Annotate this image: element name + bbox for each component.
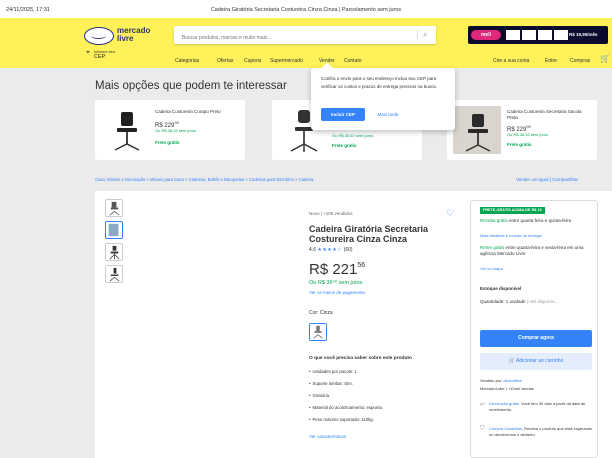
add-to-cart-button[interactable]: 🛒 Adicionar ao carrinho [480,353,592,370]
buy-box: FRETE GRÁTIS ACIMA DE R$ 19 Receba gráti… [470,200,598,458]
features-title: O que você precisa saber sobre este prod… [309,356,412,361]
seller-info: Vendido por urbanoffice [480,378,523,383]
return-icon: ↩ [480,402,486,408]
recommendations-title: Mais opções que podem te interessar [95,80,287,92]
promo-logo-2 [522,30,536,40]
color-label: Cor: Cinza [309,310,333,316]
chair-image [453,106,501,154]
recommendation-card[interactable]: Cadeira Costureira Corapo Preto R$ 22990… [95,100,245,160]
logo-text: mercado livre [117,26,151,43]
site-logo[interactable]: mercado livre [84,25,158,47]
thumbnail[interactable] [105,243,123,261]
product-rating[interactable]: 4.6 ★★★★☆ (60) [309,247,353,253]
features-list: Unidades por pacote: 1 Suporte lombar: S… [309,369,459,429]
nav-login[interactable]: Entre [545,58,557,64]
search-icon[interactable]: ⌕ [423,30,431,40]
product-main-image[interactable] [137,199,287,449]
promo-logo-1 [506,30,520,40]
thumbnail[interactable] [105,199,123,217]
popover-text: Confira o envio para o seu endereço Incl… [321,76,438,89]
shipping-info: Receba grátis entre quarta-feira e quint… [480,218,572,223]
rec-installments: Ou R$ 35,67 sem juros [332,133,374,138]
free-shipping-badge: FRETE GRÁTIS ACIMA DE R$ 19 [480,207,545,214]
promo-logo-4 [554,30,568,40]
shipping-details-link[interactable]: Mais detalhes e formas de entrega [480,233,542,238]
nav-ofertas[interactable]: Ofertas [217,58,233,64]
meli-plus-banner[interactable]: meli R$ 19,90/mês [468,26,608,44]
cart-icon[interactable]: 🛒 [600,54,610,63]
nav-purchases[interactable]: Compras [570,58,590,64]
feature-item: Suporte lombar: Sim. [309,381,459,393]
guarantee-info: Compra Garantida, Receba o produto que e… [489,426,593,437]
search-divider [417,30,418,40]
recommendation-card[interactable]: Cadeira Costureira Secretaria Sacola Pre… [447,100,597,160]
rec-title: Cadeira Costureira Secretaria Sacola Pre… [507,109,582,120]
feature-item: Peso máximo suportado: 110kg. [309,417,459,429]
features-link[interactable]: Ver características [309,434,346,439]
star-icons: ★★★★☆ [317,247,343,253]
location-pin-icon: ⌖ [86,49,90,56]
pickup-info: Retire grátis entre quarta-feira e sexta… [480,245,584,256]
breadcrumb[interactable]: Casa, Móveis e Decoração > Móveis para C… [95,177,313,182]
print-header: 24/11/2025, 17:31 Cadeira Giratória Secr… [0,0,612,18]
thumbnail-selected[interactable] [105,221,123,239]
rec-shipping: Frete grátis [507,142,532,147]
shield-icon: ⛉ [480,426,485,432]
feature-item: Giratória. [309,393,459,405]
product-card: ♡ Novo | +100 vendidos Cadeira Giratória… [95,191,612,458]
nav-supermercado[interactable]: Supermercado [270,58,303,64]
print-title: Cadeira Giratória Secretaria Costureira … [210,7,402,13]
payment-methods-link[interactable]: Ver os meios de pagamento [309,290,365,295]
rec-shipping: Frete grátis [155,140,180,145]
return-info: Devolução grátis. Você tem 30 dias a par… [489,401,586,412]
rec-shipping: Frete grátis [332,143,357,148]
nav-categorias[interactable]: Categorias [175,58,199,64]
promo-price: R$ 19,90/mês [569,32,598,37]
cart-icon: 🛒 [508,358,517,364]
nav-cupons[interactable]: Cupons [244,58,261,64]
color-swatch[interactable] [309,323,327,341]
main-nav: Categorias Ofertas Cupons Supermercado V… [0,58,612,66]
nav-contato[interactable]: Contato [344,58,362,64]
stock-status: Estoque disponível [480,286,522,291]
handshake-logo-icon [84,27,114,45]
rec-title: Cadeira Costureira Corapo Preto [155,109,221,114]
product-price: R$ 22156 [309,261,366,278]
later-button[interactable]: Mais tarde [371,108,405,121]
cep-popover: Confira o envio para o seu endereço Incl… [311,68,455,130]
promo-pill: meli [471,30,501,40]
map-link[interactable]: Ver no mapa [480,266,503,271]
product-installments: Ou R$ 36⁹⁰ sem juros [309,280,363,286]
product-condition: Novo | +100 vendidos [309,211,353,216]
heart-icon[interactable]: ♡ [446,208,454,219]
promo-logo-3 [538,30,552,40]
buy-now-button[interactable]: Comprar agora [480,330,592,347]
seller-reputation: MercadoLíder | +10mil vendas [480,386,534,391]
breadcrumb-actions[interactable]: Vender um igual | Compartilhar [516,177,578,182]
main-content: Mais opções que podem te interessar Cade… [0,68,612,458]
include-cep-button[interactable]: Incluir CEP [321,108,365,121]
search-input[interactable] [174,29,409,47]
nav-create-account[interactable]: Crie a sua conta [493,58,529,64]
rec-installments: Ou R$ 38,32 sem juros [155,128,197,133]
chair-image [114,112,140,151]
feature-item: Material do acolchoamento: espuma. [309,405,459,417]
rec-installments: Ou R$ 38,32 sem juros [507,132,549,137]
product-title: Cadeira Giratória Secretaria Costureira … [309,224,429,244]
site-header: mercadolivre ⌕ meli R$ 19,90/mês ⌖ Infor… [0,18,612,68]
feature-item: Unidades por pacote: 1 [309,369,459,381]
search-box: ⌕ [174,26,436,47]
thumbnail[interactable] [105,265,123,283]
quantity-selector[interactable]: Quantidade: 1 unidade (+50 disponív... [480,299,557,304]
